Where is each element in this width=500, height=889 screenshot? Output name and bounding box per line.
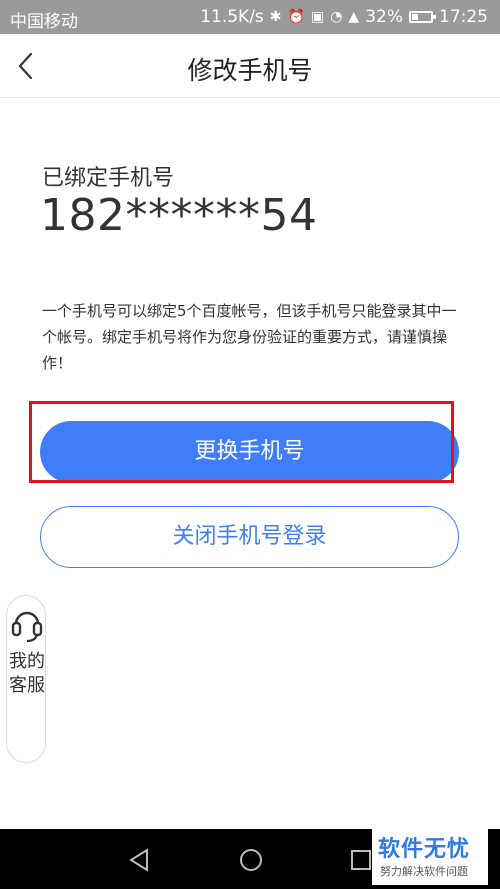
network-speed: 11.5K/s <box>200 7 264 27</box>
highlight-annotation <box>29 401 454 483</box>
battery-percent: 32% <box>365 7 403 27</box>
close-phone-login-button[interactable]: 关闭手机号登录 <box>40 506 459 568</box>
clock: 17:25 <box>439 7 488 27</box>
bound-phone-number: 182******54 <box>40 190 318 241</box>
customer-service-widget[interactable]: 我的客服 <box>6 595 46 763</box>
battery-icon <box>409 11 436 23</box>
watermark-title: 软件无忧 <box>378 837 471 862</box>
headset-icon <box>11 611 43 643</box>
watermark-logo: 软件无忧 努力解决软件问题 <box>372 829 488 885</box>
wifi-icon: ◔ <box>330 9 343 25</box>
bluetooth-icon: ✱ <box>269 9 282 25</box>
nav-bar: 修改手机号 <box>0 34 500 98</box>
status-bar: 中国移动 11.5K/s ✱ ⏰ ▣ ◔ ▲ 32% 17:25 <box>0 0 500 34</box>
nav-recents-icon[interactable] <box>350 849 372 871</box>
carrier-name: 中国移动 <box>10 12 78 32</box>
notice-text: 一个手机号可以绑定5个百度帐号，但该手机号只能登录其中一个帐号。绑定手机号将作为… <box>42 302 457 372</box>
page-title: 修改手机号 <box>187 56 313 85</box>
status-icons: 11.5K/s ✱ ⏰ ▣ ◔ ▲ 32% 17:25 <box>200 7 488 27</box>
bound-phone-label: 已绑定手机号 <box>42 166 175 191</box>
nav-back-icon[interactable] <box>128 848 150 872</box>
nav-home-icon[interactable] <box>238 847 264 873</box>
alarm-icon: ⏰ <box>287 9 305 25</box>
hd-icon: ▣ <box>310 9 325 25</box>
signal-icon: ▲ <box>348 9 360 25</box>
watermark-subtitle: 努力解决软件问题 <box>380 865 468 878</box>
customer-service-label: 我的客服 <box>9 651 45 696</box>
